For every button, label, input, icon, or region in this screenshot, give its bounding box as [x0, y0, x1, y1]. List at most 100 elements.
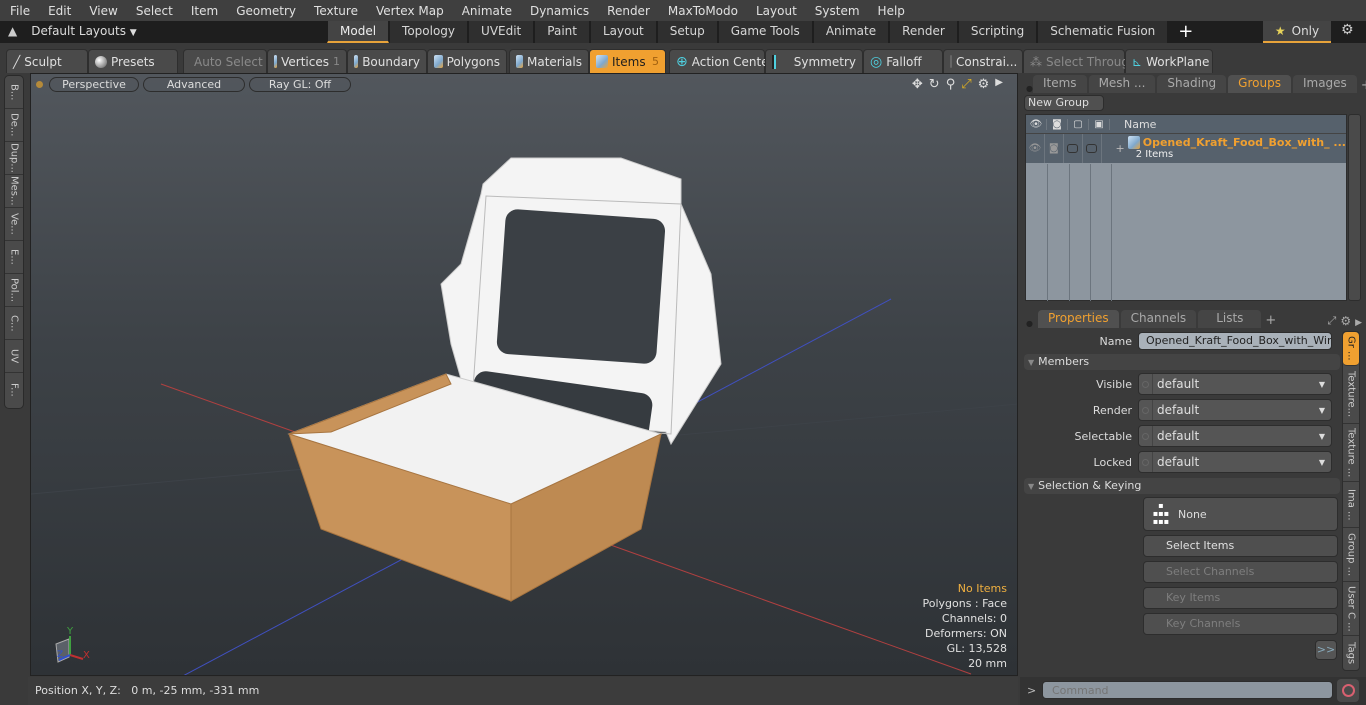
row-eye-icon[interactable]: 👁	[1026, 134, 1045, 163]
settings-gear-icon[interactable]: ⚙	[1340, 314, 1351, 328]
side-tab-user-channels[interactable]: User C ...	[1343, 582, 1359, 636]
tab-shading[interactable]: Shading	[1157, 75, 1227, 93]
add-tab-icon[interactable]: +	[1361, 78, 1366, 93]
selectable-cube-icon[interactable]: ▢	[1068, 118, 1089, 130]
symmetry-button[interactable]: Symmetry	[765, 49, 863, 73]
items-button[interactable]: Items 5	[589, 49, 666, 73]
name-field[interactable]: Opened_Kraft_Food_Box_with_Windo	[1138, 332, 1332, 350]
name-column-header[interactable]: Name	[1110, 118, 1156, 131]
menu-texture[interactable]: Texture	[304, 4, 366, 18]
raygl-toggle[interactable]: Ray GL: Off	[249, 76, 351, 92]
tab-model[interactable]: Model	[327, 21, 390, 43]
tab-schematic-fusion[interactable]: Schematic Fusion	[1037, 21, 1169, 43]
visible-dropdown[interactable]: default ▼	[1138, 373, 1332, 395]
side-tab-group-2[interactable]: Group ...	[1343, 528, 1359, 582]
shading-dropdown[interactable]: Advanced	[143, 76, 245, 92]
left-tab-edge[interactable]: E...	[5, 241, 23, 274]
eye-icon[interactable]: 👁	[1026, 118, 1047, 130]
zoom-view-icon[interactable]: ⚲	[946, 77, 956, 92]
menu-layout[interactable]: Layout	[746, 4, 805, 18]
tab-lists[interactable]: Lists	[1198, 310, 1262, 328]
menu-file[interactable]: File	[0, 4, 38, 18]
tab-scripting[interactable]: Scripting	[957, 21, 1038, 43]
tab-paint[interactable]: Paint	[534, 21, 590, 43]
menu-animate[interactable]: Animate	[452, 4, 520, 18]
render-dropdown[interactable]: default ▼	[1138, 399, 1332, 421]
selectable-dropdown[interactable]: default ▼	[1138, 425, 1332, 447]
maximize-icon[interactable]: ⤢	[961, 77, 971, 92]
lock-cube-icon[interactable]: ▣	[1089, 118, 1110, 130]
menu-vertex-map[interactable]: Vertex Map	[366, 4, 452, 18]
tab-game-tools[interactable]: Game Tools	[717, 21, 813, 43]
side-tab-tags[interactable]: Tags	[1343, 636, 1359, 670]
add-tab-icon[interactable]: +	[1168, 21, 1203, 43]
vertices-button[interactable]: Vertices 1	[267, 49, 347, 73]
menu-edit[interactable]: Edit	[38, 4, 79, 18]
left-tab-deform[interactable]: De...	[5, 109, 23, 142]
tab-uvedit[interactable]: UVEdit	[468, 21, 535, 43]
menu-select[interactable]: Select	[126, 4, 181, 18]
side-tab-group[interactable]: Gr ...	[1343, 332, 1359, 366]
group-row[interactable]: 👁 ◙ + Opened_Kraft_Food_Box_with_ ... 2 …	[1026, 133, 1346, 163]
boundary-button[interactable]: Boundary	[347, 49, 427, 73]
viewport-options-dot[interactable]	[36, 80, 43, 88]
workplane-button[interactable]: ⊾ WorkPlane	[1125, 49, 1213, 73]
members-section[interactable]: ▼ Members	[1024, 354, 1340, 370]
rotate-view-icon[interactable]: ↻	[929, 77, 940, 92]
menu-maxtomodo[interactable]: MaxToModo	[658, 4, 746, 18]
action-center-button[interactable]: ⊕ Action Center	[669, 49, 774, 73]
menu-view[interactable]: View	[79, 4, 125, 18]
expand-right-icon[interactable]: ▶	[995, 77, 1003, 92]
row-select-toggle[interactable]	[1064, 134, 1083, 163]
tab-groups[interactable]: Groups	[1228, 75, 1291, 93]
falloff-button[interactable]: ◎ Falloff	[863, 49, 943, 73]
tab-animate[interactable]: Animate	[812, 21, 890, 43]
select-channels-button[interactable]: Select Channels	[1143, 561, 1338, 583]
select-through-button[interactable]: ⁂ Select Through	[1023, 49, 1137, 73]
side-tab-image[interactable]: Ima ...	[1343, 482, 1359, 528]
collapse-up-icon[interactable]: ▲	[8, 24, 17, 38]
default-layouts-dropdown[interactable]: ▲ Default Layouts ▼	[8, 24, 137, 38]
side-tab-texture-2[interactable]: Texture ...	[1343, 424, 1359, 482]
tab-setup[interactable]: Setup	[656, 21, 718, 43]
left-tab-fusion[interactable]: F...	[5, 373, 23, 406]
select-items-button[interactable]: Select Items	[1143, 535, 1338, 557]
tab-layout[interactable]: Layout	[589, 21, 657, 43]
gear-icon[interactable]: ⚙	[1341, 22, 1354, 38]
constraints-button[interactable]: Constrai...	[943, 49, 1023, 73]
key-items-button[interactable]: Key Items	[1143, 587, 1338, 609]
more-button[interactable]: >>	[1315, 640, 1337, 660]
row-lock-toggle[interactable]	[1083, 134, 1102, 163]
expand-icon[interactable]: ⤢	[1328, 314, 1337, 328]
tab-images[interactable]: Images	[1292, 75, 1357, 93]
left-tab-duplicate[interactable]: Dup...	[5, 142, 23, 175]
menu-dynamics[interactable]: Dynamics	[520, 4, 597, 18]
left-tab-polygon[interactable]: Pol...	[5, 274, 23, 307]
only-button[interactable]: ★ Only	[1263, 21, 1331, 43]
menu-render[interactable]: Render	[597, 4, 658, 18]
key-channels-button[interactable]: Key Channels	[1143, 613, 1338, 635]
hierarchy-none-dropdown[interactable]: ▪ ▪▪▪ ▪▪▪ None	[1143, 497, 1338, 531]
auto-select-button[interactable]: Auto Select	[183, 49, 267, 73]
tab-topology[interactable]: Topology	[389, 21, 469, 43]
tab-render[interactable]: Render	[889, 21, 958, 43]
menu-item[interactable]: Item	[181, 4, 226, 18]
panel-arrow-icon[interactable]: ▶	[1355, 318, 1362, 328]
render-camera-icon[interactable]: ◙	[1047, 118, 1068, 130]
polygons-button[interactable]: Polygons	[427, 49, 507, 73]
tab-items[interactable]: Items	[1032, 75, 1087, 93]
record-button[interactable]	[1337, 679, 1359, 702]
new-group-button[interactable]: New Group	[1024, 95, 1104, 111]
add-tab-icon[interactable]: +	[1265, 313, 1276, 328]
row-render-icon[interactable]: ◙	[1045, 134, 1064, 163]
presets-button[interactable]: Presets	[88, 49, 178, 73]
menu-geometry[interactable]: Geometry	[226, 4, 304, 18]
viewport-settings-icon[interactable]: ⚙	[978, 77, 990, 92]
sculpt-button[interactable]: ╱ Sculpt	[6, 49, 88, 73]
command-input[interactable]	[1042, 681, 1333, 699]
menu-system[interactable]: System	[805, 4, 868, 18]
3d-viewport[interactable]: Y X Z Perspective Advanced Ray GL: Off ✥…	[30, 73, 1018, 676]
left-tab-vertex[interactable]: Ve...	[5, 208, 23, 241]
menu-help[interactable]: Help	[868, 4, 913, 18]
move-view-icon[interactable]: ✥	[912, 77, 923, 92]
